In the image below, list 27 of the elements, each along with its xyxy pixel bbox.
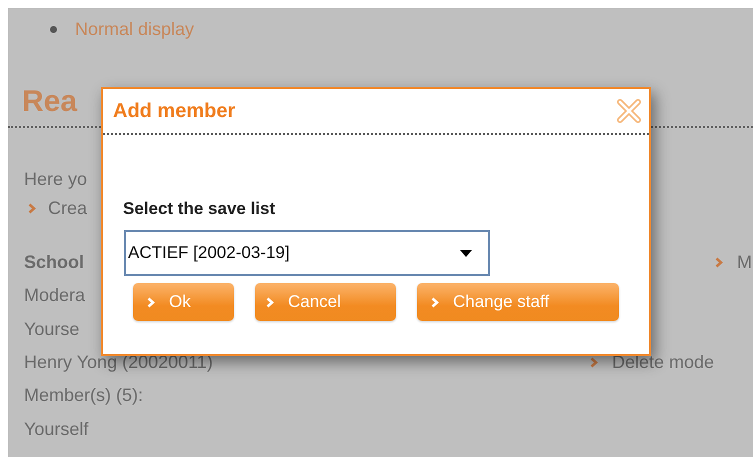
bullet-icon [50, 26, 57, 32]
side-link[interactable]: Delete mode [612, 352, 714, 374]
field-label: Select the save list [123, 199, 276, 220]
bullet-link[interactable]: Normal display [75, 18, 194, 40]
create-link[interactable]: Crea [48, 198, 88, 218]
dialog-button[interactable]: Change staff [417, 283, 619, 321]
section-title: School [24, 252, 84, 274]
dialog-button[interactable]: Cancel [255, 283, 396, 321]
chevron-icon [147, 296, 155, 308]
info-text: Modera [24, 285, 86, 306]
close-icon[interactable] [617, 99, 641, 123]
dialog-button[interactable]: Ok [133, 283, 234, 321]
info-text: Yourse [24, 318, 80, 340]
info-text: Henry Yong (20020011) [24, 352, 213, 374]
save-list-select[interactable]: ACTIEF [2002-03-19] [124, 230, 490, 276]
chevron-icon [28, 202, 36, 214]
dropdown-arrow-icon [460, 250, 472, 256]
chevron-icon [590, 357, 598, 368]
chevron-icon [715, 257, 723, 268]
info-text: Yourself [24, 418, 88, 440]
side-link[interactable]: M [737, 252, 752, 274]
page-heading: Rea [22, 84, 78, 120]
info-text: Member(s) (5): [24, 385, 144, 406]
chevron-icon [266, 296, 274, 308]
dialog-title: Add member [113, 100, 236, 122]
intro-text: Here yo [24, 168, 88, 190]
chevron-icon [431, 296, 439, 308]
